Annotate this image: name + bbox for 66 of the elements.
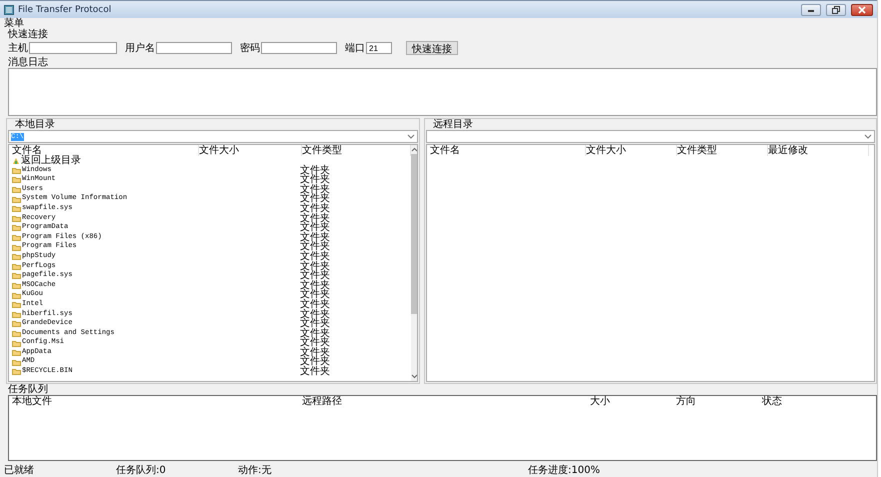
scroll-up-icon (411, 147, 417, 152)
file-type: 文件夹 (300, 270, 330, 282)
file-type: 文件夹 (300, 174, 330, 186)
file-type: 文件夹 (300, 222, 330, 234)
input-field[interactable] (261, 42, 337, 54)
file-type: 文件夹 (300, 337, 330, 348)
field-label: 密码 (240, 42, 260, 55)
file-type: 文件夹 (300, 250, 330, 262)
file-type: 文件夹 (300, 202, 330, 214)
input-field[interactable]: 21 (366, 42, 392, 54)
file-type: 文件夹 (300, 212, 330, 224)
status-text: 已就绪 (4, 464, 35, 476)
field-label: 端口 (345, 42, 365, 55)
close-button[interactable] (851, 4, 873, 16)
close-icon (858, 6, 866, 14)
window-title: File Transfer Protocol (18, 4, 112, 14)
file-type: 文件夹 (300, 298, 330, 310)
path-dropdown[interactable] (426, 130, 875, 143)
scroll-thumb[interactable] (411, 154, 417, 314)
dropdown-icon (864, 134, 872, 139)
file-type: 文件夹 (300, 356, 330, 368)
column-header[interactable]: 本地文件 (12, 396, 302, 407)
scrollbar[interactable] (411, 145, 417, 381)
file-name[interactable]: 返回上级目录 (21, 156, 81, 166)
column-header[interactable]: 文件名 (430, 145, 586, 156)
column-header[interactable]: 文件大小 (586, 145, 677, 156)
input-field[interactable] (29, 42, 117, 54)
file-type: 文件夹 (300, 366, 330, 378)
file-type: 文件夹 (300, 260, 330, 272)
column-header[interactable]: 最近修改 (768, 145, 869, 156)
file-type: 文件夹 (300, 346, 330, 358)
field-label: 用户名 (125, 42, 155, 55)
column-header[interactable]: 远程路径 (302, 396, 590, 407)
dropdown-icon (407, 134, 415, 139)
section-title: 快速连接 (6, 29, 49, 40)
status-text: 任务队列:0 (116, 464, 167, 476)
file-type: 文件夹 (300, 184, 330, 195)
file-type: 文件夹 (300, 232, 330, 243)
status-text: 动作:无 (238, 464, 272, 476)
up-arrow-icon (12, 156, 20, 165)
restore-button[interactable] (826, 4, 846, 16)
file-type: 文件夹 (300, 318, 330, 330)
file-type: 文件夹 (300, 280, 330, 291)
section-title: 远程目录 (432, 119, 474, 130)
section-title: 任务队列 (7, 384, 49, 395)
column-header[interactable]: 状态 (762, 396, 842, 407)
file-type: 文件夹 (300, 193, 330, 204)
input-field[interactable] (156, 42, 232, 54)
column-header[interactable]: 大小 (590, 396, 676, 407)
file-type: 文件夹 (300, 289, 330, 300)
column-header[interactable]: 方向 (676, 396, 762, 407)
status-text: 任务进度:100% (528, 464, 600, 476)
scroll-down-icon (411, 374, 417, 379)
section-title: 消息日志 (7, 57, 49, 68)
column-header[interactable]: 文件类型 (677, 145, 768, 156)
file-type: 文件夹 (300, 241, 330, 252)
minimize-button[interactable] (801, 4, 821, 16)
quick-connect-button[interactable]: 快速连接 (406, 41, 458, 55)
file-type: 文件夹 (300, 308, 330, 320)
file-type: 文件夹 (300, 328, 330, 339)
file-type: 文件夹 (300, 164, 330, 176)
app-icon (4, 4, 14, 14)
field-label: 主机 (8, 42, 28, 55)
restore-icon (832, 6, 840, 14)
menu-item[interactable]: 菜单 (4, 18, 24, 29)
section-title: 本地目录 (14, 119, 56, 130)
